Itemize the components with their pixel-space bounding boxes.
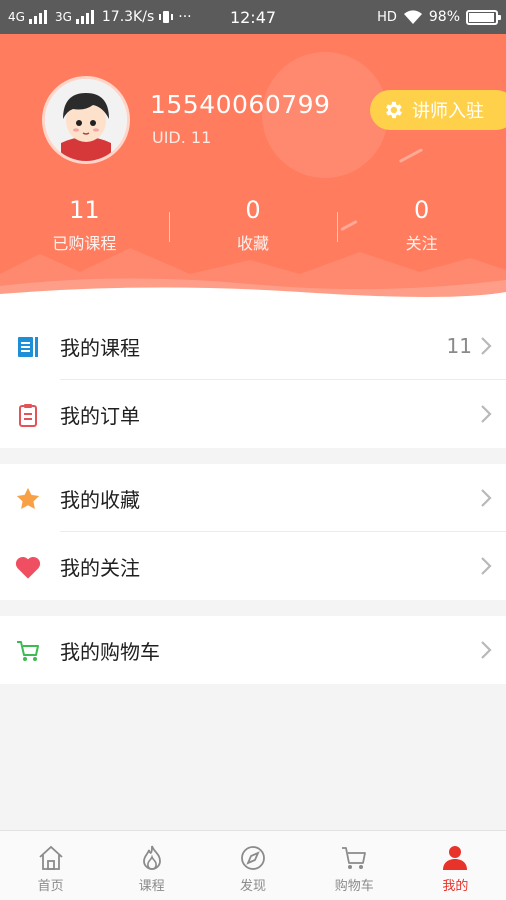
tab-courses[interactable]: 课程 [101,831,202,900]
gear-icon [386,101,402,119]
compass-icon [241,846,265,870]
stat-label: 已购课程 [52,234,117,253]
signal-icon [28,10,47,24]
menu-group-1: 我的课程 11 我的订单 [0,300,506,448]
network-speed: 17.3K/s [101,9,155,25]
wifi-icon [403,9,422,24]
user-id: UID. 11 [152,128,212,147]
become-teacher-label: 讲师入驻 [412,101,484,122]
status-bar: 4G 3G 17.3K/s ··· 12:47 HD 98% [0,0,506,34]
menu-my-courses[interactable]: 我的课程 11 [0,312,506,380]
signal-icon-2 [75,10,94,24]
tab-cart[interactable]: 购物车 [304,831,405,900]
stat-purchased-courses[interactable]: 11 已购课程 [0,196,169,254]
chevron-right-icon [481,405,492,423]
cart-icon [14,637,42,665]
chevron-right-icon [481,337,492,355]
avatar[interactable] [42,76,130,164]
battery-icon [466,9,501,25]
stat-label: 关注 [405,234,438,253]
decor-streak [398,148,424,163]
tab-label: 课程 [138,879,165,894]
battery-percent: 98% [428,9,460,25]
menu-label: 我的订单 [60,403,140,428]
stat-value: 0 [414,196,430,224]
stat-value: 0 [245,196,261,224]
profile-header: 15540060799 UID. 11 讲师入驻 11 已购课程 0 收藏 0 … [0,34,506,300]
chevron-right-icon [481,641,492,659]
tab-label: 首页 [37,879,64,894]
person-icon [443,846,468,870]
stat-favorites[interactable]: 0 收藏 [168,196,338,254]
chevron-right-icon [481,557,492,575]
stat-follows[interactable]: 0 关注 [337,196,506,254]
menu-group-2: 我的收藏 我的关注 [0,464,506,600]
menu-group-3: 我的购物车 [0,616,506,684]
menu-label: 我的购物车 [60,639,160,664]
menu-my-favorites[interactable]: 我的收藏 [0,464,506,532]
more-notifications: ··· [178,9,192,25]
network-3g-label: 3G [54,10,72,24]
menu-label: 我的收藏 [60,487,140,512]
tab-discover[interactable]: 发现 [202,831,303,900]
phone-number: 15540060799 [150,90,331,119]
tab-label: 购物车 [334,879,374,894]
menu-label: 我的关注 [60,555,140,580]
menu-my-follows[interactable]: 我的关注 [0,532,506,600]
status-right: HD 98% [377,9,501,25]
menu-label: 我的课程 [60,335,140,360]
star-icon [14,485,42,513]
vibrate-icon [159,11,174,23]
stats-row: 11 已购课程 0 收藏 0 关注 [0,196,506,254]
courses-icon [14,333,42,361]
become-teacher-button[interactable]: 讲师入驻 [370,90,506,130]
heart-icon [14,553,42,581]
flame-icon [142,845,161,870]
home-icon [38,845,63,870]
chevron-right-icon [481,489,492,507]
tab-me[interactable]: 我的 [405,831,506,900]
orders-icon [14,401,42,429]
courses-count: 11 [446,334,472,358]
tab-home[interactable]: 首页 [0,831,101,900]
stat-label: 收藏 [237,234,270,253]
menu-my-cart[interactable]: 我的购物车 [0,616,506,684]
tab-label: 我的 [442,879,469,894]
tab-label: 发现 [240,879,267,894]
stat-value: 11 [69,196,100,224]
status-left: 4G 3G 17.3K/s ··· [8,9,192,25]
bottom-tab-bar: 首页 课程 发现 购物车 我的 [0,830,506,900]
cart-icon [342,847,367,869]
network-4g-label: 4G [8,10,25,24]
menu-my-orders[interactable]: 我的订单 [0,380,506,448]
hd-label: HD [377,9,397,25]
